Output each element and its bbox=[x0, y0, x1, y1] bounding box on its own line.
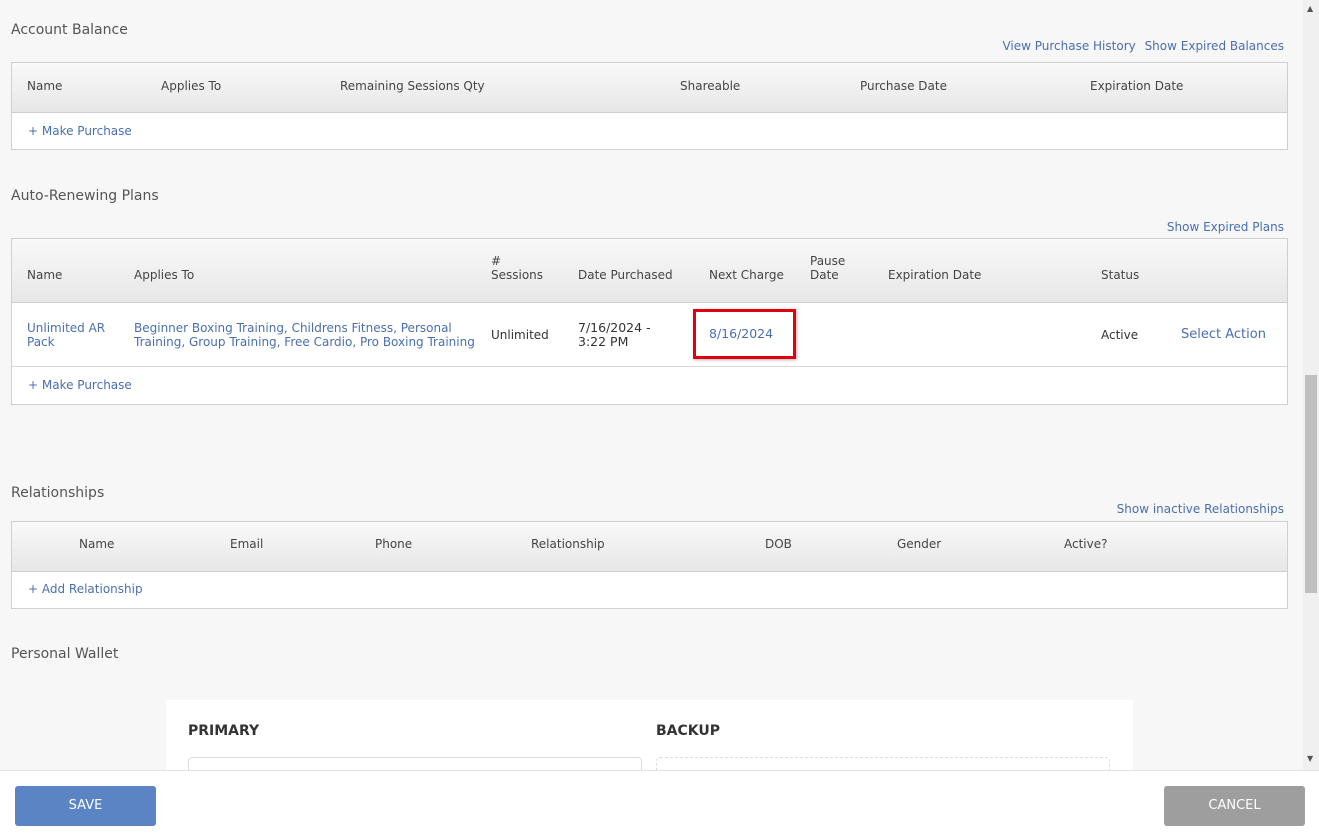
make-purchase-link[interactable]: + Make Purchase bbox=[28, 378, 132, 392]
select-action-link[interactable]: Select Action bbox=[1181, 328, 1266, 342]
plan-sessions: Unlimited bbox=[491, 328, 549, 342]
cancel-button[interactable]: CANCEL bbox=[1164, 786, 1305, 826]
col-date-purchased: Date Purchased bbox=[578, 268, 673, 282]
auto-renewing-table: Name Applies To # Sessions Date Purchase… bbox=[11, 238, 1288, 405]
show-expired-plans-link[interactable]: Show Expired Plans bbox=[1167, 220, 1284, 234]
col-pause: Pause bbox=[810, 254, 846, 268]
auto-renewing-links: Show Expired Plans bbox=[1162, 220, 1284, 234]
auto-renewing-title: Auto-Renewing Plans bbox=[11, 188, 159, 204]
bottom-action-bar: SAVE CANCEL bbox=[0, 770, 1319, 836]
relationships-table: Name Email Phone Relationship DOB Gender… bbox=[11, 521, 1288, 609]
scroll-up-arrow-icon[interactable]: ▲ bbox=[1307, 4, 1313, 13]
show-expired-balances-link[interactable]: Show Expired Balances bbox=[1145, 39, 1284, 53]
col-gender: Gender bbox=[897, 537, 942, 551]
col-sessions: Sessions bbox=[491, 268, 544, 282]
plan-date-purchased: 7/16/2024 - 3:22 PM bbox=[578, 321, 651, 349]
plan-name-link[interactable]: Unlimited AR Pack bbox=[27, 321, 105, 349]
plan-status: Active bbox=[1101, 328, 1139, 342]
col-applies-to: Applies To bbox=[161, 79, 222, 93]
wallet-panel: PRIMARY BACKUP bbox=[166, 700, 1133, 787]
table-header: Name Applies To # Sessions Date Purchase… bbox=[12, 239, 1287, 303]
plan-applies-to-link[interactable]: Beginner Boxing Training, Childrens Fitn… bbox=[134, 321, 475, 349]
personal-wallet-title: Personal Wallet bbox=[11, 646, 119, 662]
add-relationship-link[interactable]: + Add Relationship bbox=[28, 582, 143, 596]
account-balance-table: Name Applies To Remaining Sessions Qty S… bbox=[11, 62, 1288, 150]
col-next-charge: Next Charge bbox=[709, 268, 784, 282]
table-row: Unlimited AR Pack Beginner Boxing Traini… bbox=[12, 303, 1287, 367]
applies-to-line2: Training, Group Training, Free Cardio, P… bbox=[134, 335, 475, 349]
date-purchased-line1: 7/16/2024 - bbox=[578, 320, 651, 335]
show-inactive-relationships-link[interactable]: Show inactive Relationships bbox=[1117, 502, 1284, 516]
relationships-title: Relationships bbox=[11, 485, 105, 501]
col-expiration-date: Expiration Date bbox=[888, 268, 982, 282]
table-header: Name Email Phone Relationship DOB Gender… bbox=[12, 522, 1287, 572]
save-button[interactable]: SAVE bbox=[15, 786, 156, 826]
col-name: Name bbox=[79, 537, 115, 551]
col-status: Status bbox=[1101, 268, 1140, 282]
applies-to-line1: Beginner Boxing Training, Childrens Fitn… bbox=[134, 321, 452, 335]
scroll-thumb[interactable] bbox=[1305, 375, 1317, 593]
col-pause-date: Date bbox=[810, 268, 839, 282]
plan-name-line2: Pack bbox=[27, 335, 55, 349]
view-purchase-history-link[interactable]: View Purchase History bbox=[1002, 39, 1135, 53]
backup-label: BACKUP bbox=[656, 723, 721, 739]
col-expiration-date: Expiration Date bbox=[1090, 79, 1184, 93]
col-applies-to: Applies To bbox=[134, 268, 195, 282]
scrollbar[interactable]: ▲ ▼ bbox=[1303, 0, 1319, 770]
col-relationship: Relationship bbox=[531, 537, 605, 551]
table-header: Name Applies To Remaining Sessions Qty S… bbox=[12, 63, 1287, 113]
primary-label: PRIMARY bbox=[188, 723, 260, 739]
col-remaining-sessions: Remaining Sessions Qty bbox=[340, 79, 485, 93]
account-balance-links: View Purchase History Show Expired Balan… bbox=[997, 39, 1284, 53]
col-name: Name bbox=[27, 79, 63, 93]
relationships-links: Show inactive Relationships bbox=[1112, 502, 1284, 516]
col-email: Email bbox=[230, 537, 264, 551]
col-dob: DOB bbox=[765, 537, 792, 551]
col-purchase-date: Purchase Date bbox=[860, 79, 947, 93]
plan-name-line1: Unlimited AR bbox=[27, 321, 106, 335]
col-sessions-hash: # bbox=[491, 254, 502, 268]
account-balance-title: Account Balance bbox=[11, 22, 128, 38]
col-phone: Phone bbox=[375, 537, 413, 551]
col-shareable: Shareable bbox=[680, 79, 741, 93]
make-purchase-link[interactable]: + Make Purchase bbox=[28, 124, 132, 138]
col-active: Active? bbox=[1064, 537, 1108, 551]
date-purchased-line2: 3:22 PM bbox=[578, 334, 629, 349]
next-charge-link[interactable]: 8/16/2024 bbox=[709, 327, 773, 341]
scroll-down-arrow-icon[interactable]: ▼ bbox=[1307, 754, 1313, 763]
col-name: Name bbox=[27, 268, 63, 282]
